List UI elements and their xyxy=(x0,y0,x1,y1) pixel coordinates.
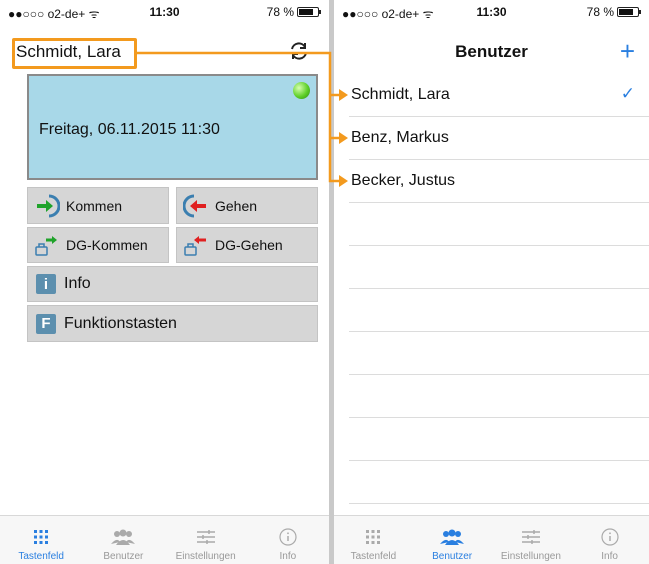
tab-label: Info xyxy=(279,551,297,562)
tab-label: Benutzer xyxy=(432,551,473,562)
keypad-icon xyxy=(28,526,54,548)
business-trip-in-icon xyxy=(34,232,60,258)
list-item[interactable]: Becker, Justus xyxy=(349,160,649,203)
list-item[interactable]: Schmidt, Lara ✓ xyxy=(349,74,649,117)
battery-indicator: 78 % xyxy=(266,5,321,19)
tab-bar: Tastenfeld Benutzer Einstellungen Info xyxy=(0,515,329,564)
users-icon xyxy=(110,526,136,548)
info-icon xyxy=(597,526,623,548)
empty-row xyxy=(349,289,649,332)
time-display-panel: Freitag, 06.11.2015 11:30 xyxy=(27,74,318,180)
list-item[interactable]: Benz, Markus xyxy=(349,117,649,160)
battery-icon xyxy=(297,7,321,17)
tab-label: Tastenfeld xyxy=(18,551,64,562)
empty-row xyxy=(349,332,649,375)
tab-label: Tastenfeld xyxy=(350,551,397,562)
tab-label: Einstellungen xyxy=(175,551,236,562)
tab-bar: Tastenfeld Benutzer Einstellungen Info xyxy=(334,515,649,564)
tab-info[interactable]: Info xyxy=(247,516,329,564)
battery-icon xyxy=(617,7,641,17)
empty-row xyxy=(349,246,649,289)
info-icon xyxy=(275,526,301,548)
tab-benutzer[interactable]: Benutzer xyxy=(82,516,164,564)
checkmark-icon: ✓ xyxy=(620,84,635,103)
sliders-icon xyxy=(518,526,544,548)
callout-highlight-box xyxy=(12,38,137,69)
status-bar: ●●○○○ o2-de+ ᯤ 11:30 78 % xyxy=(0,0,329,22)
tab-label: Einstellungen xyxy=(500,551,561,562)
display-datetime: Freitag, 06.11.2015 11:30 xyxy=(39,121,220,138)
page-title: Benutzer xyxy=(455,42,528,61)
dg-kommen-label: DG-Kommen xyxy=(66,237,148,253)
dg-gehen-label: DG-Gehen xyxy=(215,237,283,253)
tab-info[interactable]: Info xyxy=(570,516,649,564)
arrow-out-icon xyxy=(183,193,209,219)
info-button[interactable]: i Info xyxy=(27,266,318,302)
status-led-icon xyxy=(293,82,310,99)
funktionstasten-button[interactable]: F Funktionstasten xyxy=(27,305,318,342)
tab-einstellungen[interactable]: Einstellungen xyxy=(492,516,571,564)
empty-row xyxy=(349,461,649,504)
empty-row xyxy=(349,203,649,246)
battery-percent: 78 % xyxy=(586,5,614,19)
users-icon xyxy=(439,526,465,548)
user-name: Becker, Justus xyxy=(351,172,456,189)
gehen-label: Gehen xyxy=(215,197,258,214)
add-user-button[interactable]: + xyxy=(620,36,635,67)
info-square-icon: i xyxy=(36,274,56,294)
status-bar: ●●○○○ o2-de+ ᯤ 11:30 78 % xyxy=(334,0,649,22)
info-label: Info xyxy=(64,275,91,292)
user-list: Schmidt, Lara ✓ Benz, Markus Becker, Jus… xyxy=(334,74,649,504)
tab-label: Info xyxy=(601,551,618,562)
right-screen: ●●○○○ o2-de+ ᯤ 11:30 78 % Benutzer + Sch… xyxy=(334,0,649,564)
kommen-label: Kommen xyxy=(66,197,123,214)
sliders-icon xyxy=(193,526,219,548)
keypad-icon xyxy=(360,526,386,548)
user-name: Schmidt, Lara xyxy=(351,86,450,103)
tab-label: Benutzer xyxy=(103,551,144,562)
tab-tastenfeld[interactable]: Tastenfeld xyxy=(334,516,413,564)
function-square-icon: F xyxy=(36,313,56,334)
left-screen: ●●○○○ o2-de+ ᯤ 11:30 78 % Schmidt, Lara … xyxy=(0,0,329,564)
dg-gehen-button[interactable]: DG-Gehen xyxy=(176,227,318,263)
tab-einstellungen[interactable]: Einstellungen xyxy=(165,516,247,564)
dg-kommen-button[interactable]: DG-Kommen xyxy=(27,227,169,263)
gehen-button[interactable]: Gehen xyxy=(176,187,318,224)
tab-benutzer[interactable]: Benutzer xyxy=(413,516,492,564)
kommen-button[interactable]: Kommen xyxy=(27,187,169,224)
battery-percent: 78 % xyxy=(266,5,294,19)
business-trip-out-icon xyxy=(183,232,209,258)
battery-indicator: 78 % xyxy=(586,5,641,19)
refresh-icon[interactable] xyxy=(288,40,310,68)
user-name: Benz, Markus xyxy=(351,129,449,146)
empty-row xyxy=(349,418,649,461)
empty-row xyxy=(349,375,649,418)
arrow-in-icon xyxy=(34,193,60,219)
tab-tastenfeld[interactable]: Tastenfeld xyxy=(0,516,82,564)
funktionstasten-label: Funktionstasten xyxy=(64,314,177,332)
